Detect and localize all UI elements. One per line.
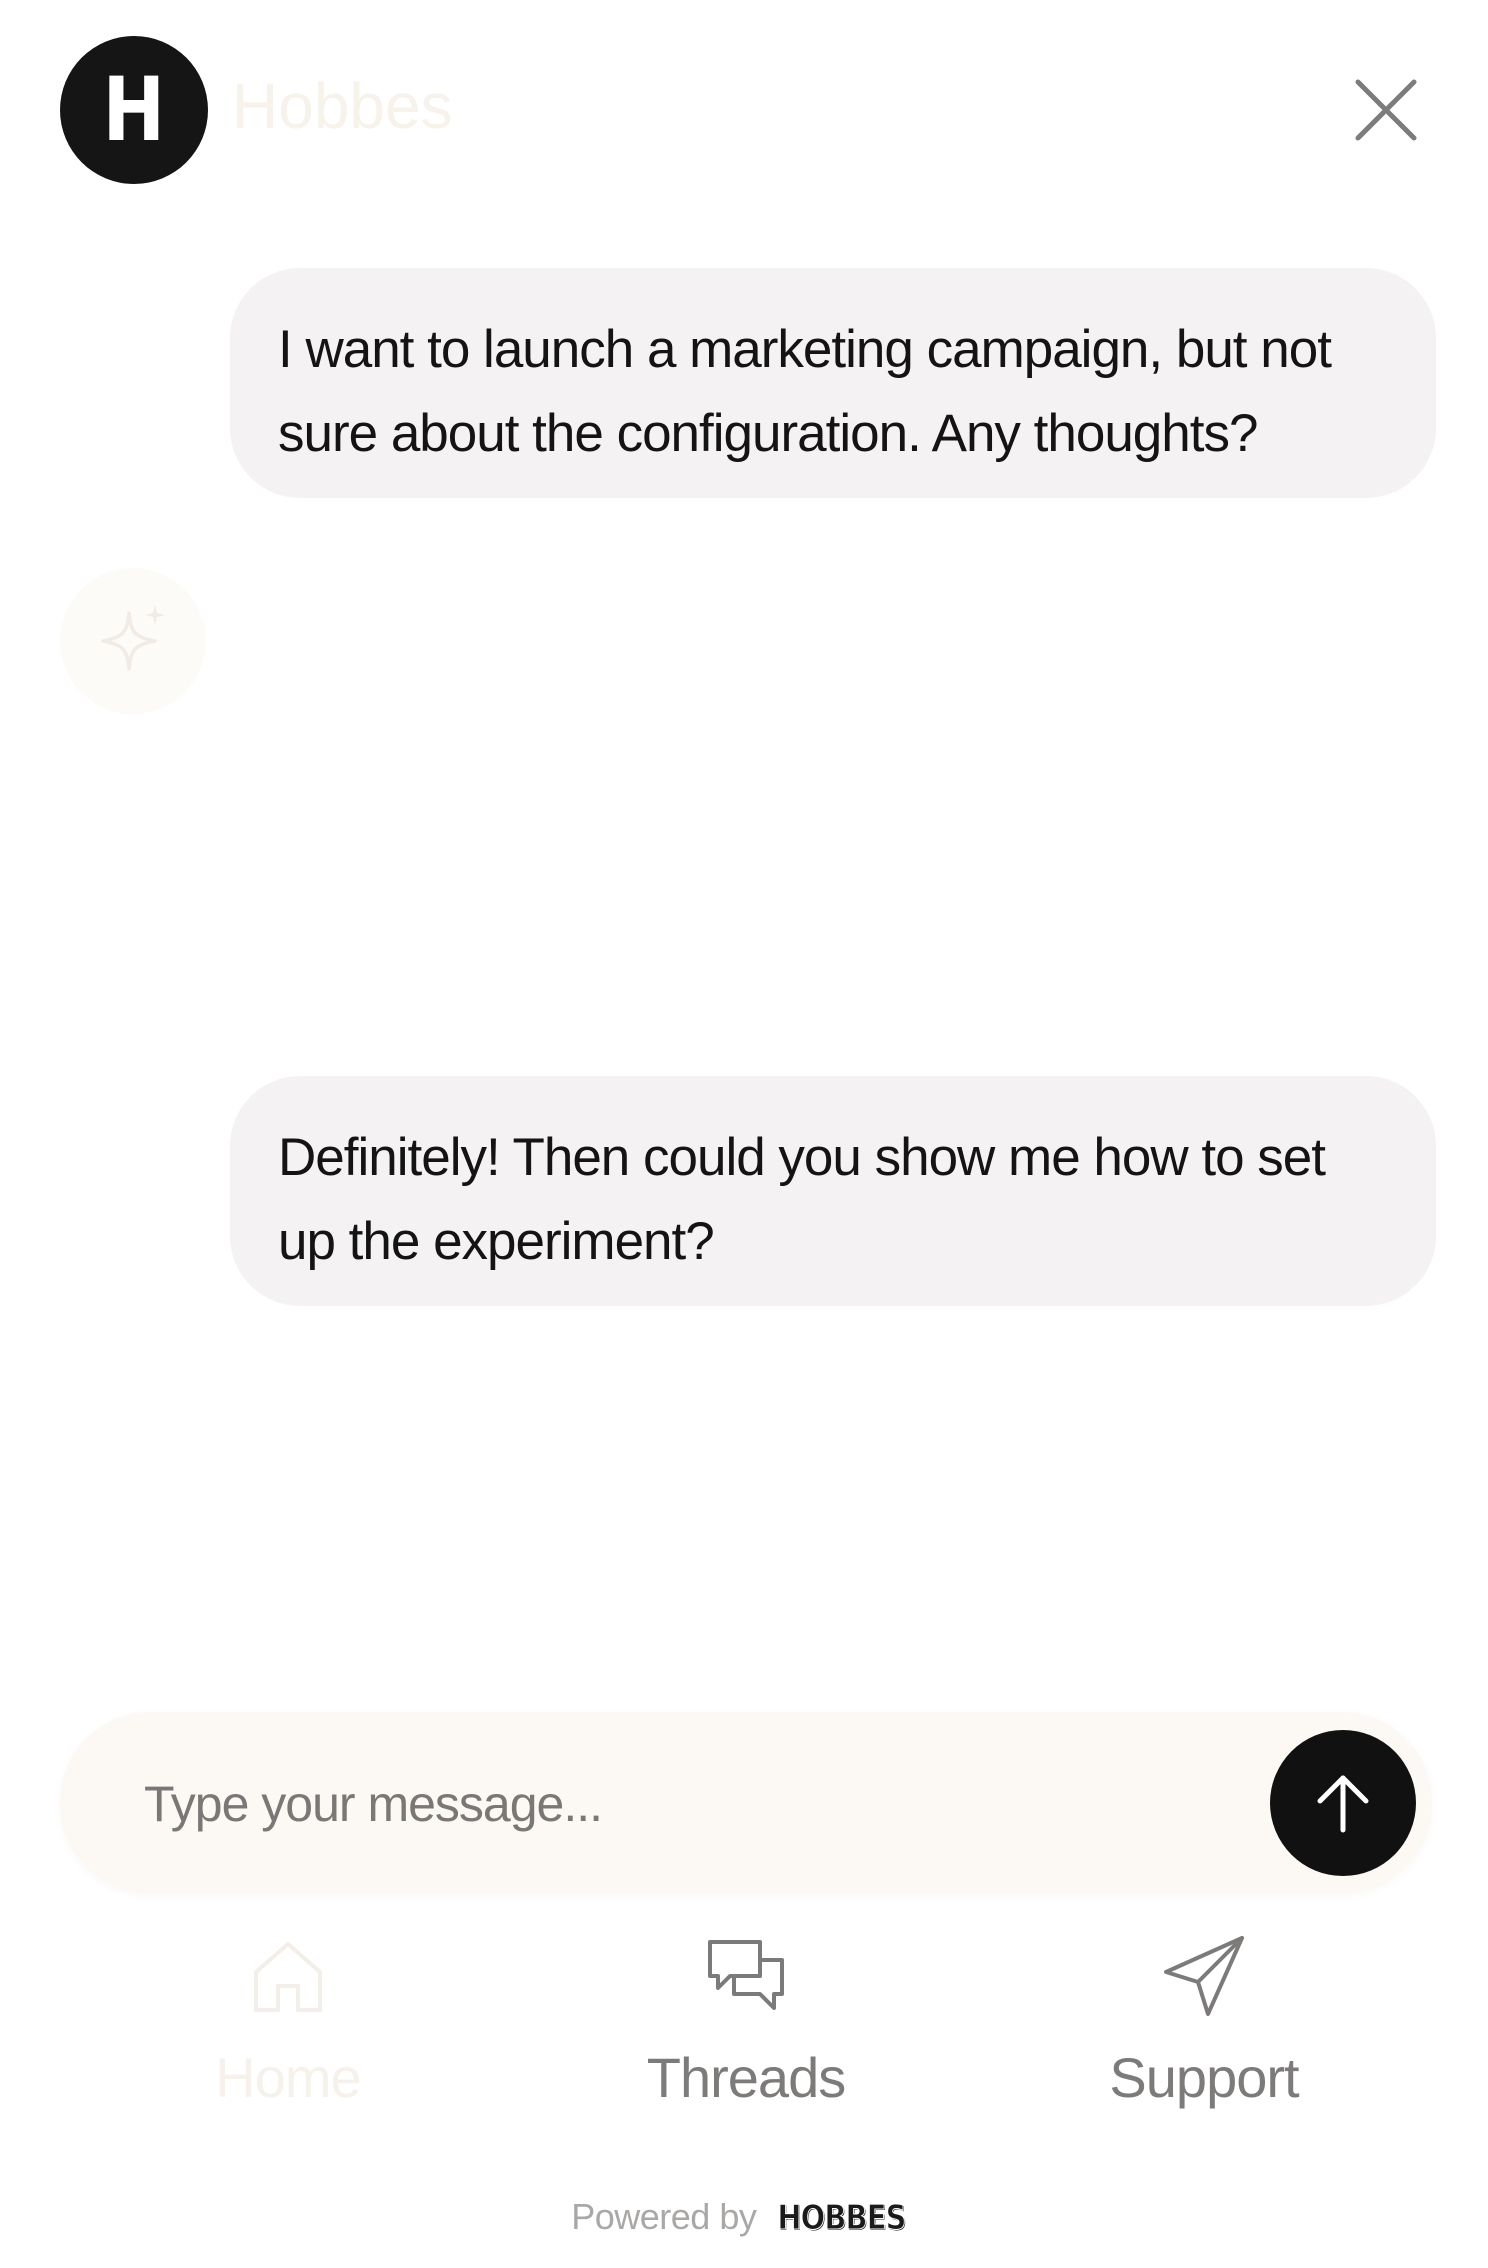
brand-name: Hobbes <box>232 70 453 142</box>
threads-icon <box>708 1940 784 2010</box>
user-message: Definitely! Then could you show me how t… <box>230 1076 1436 1306</box>
logo-letter: H <box>102 58 166 161</box>
powered-by-text: Powered by <box>571 2196 757 2237</box>
chat-header: H Hobbes <box>0 0 1488 220</box>
sparkle-icon <box>101 605 165 671</box>
user-message: I want to launch a marketing campaign, b… <box>230 268 1436 498</box>
nav-label-home: Home <box>215 2046 361 2109</box>
message-input[interactable] <box>142 1758 1226 1850</box>
user-message-text: Definitely! Then could you show me how t… <box>278 1128 1326 1271</box>
nav-item-threads[interactable]: Threads <box>596 1930 896 2130</box>
powered-by: Powered by HOBBES <box>0 2196 1488 2239</box>
nav-item-home[interactable]: Home <box>138 1930 438 2130</box>
nav-item-support[interactable]: Support <box>1054 1930 1354 2130</box>
close-button[interactable] <box>1352 76 1420 144</box>
nav-label-threads: Threads <box>646 2046 846 2109</box>
arrow-up-icon <box>1317 1775 1369 1833</box>
bottom-nav: Home Threads Support <box>0 1930 1488 2130</box>
brand-logo: H <box>60 36 208 184</box>
send-icon <box>1164 1936 1244 2016</box>
assistant-avatar <box>60 568 206 714</box>
send-button[interactable] <box>1270 1730 1416 1876</box>
footer-brand-logo[interactable]: HOBBES <box>777 2198 907 2239</box>
user-message-text: I want to launch a marketing campaign, b… <box>278 320 1332 463</box>
close-icon <box>1355 79 1417 141</box>
message-composer <box>60 1712 1432 1894</box>
home-icon <box>254 1942 322 2012</box>
nav-label-support: Support <box>1109 2046 1299 2109</box>
